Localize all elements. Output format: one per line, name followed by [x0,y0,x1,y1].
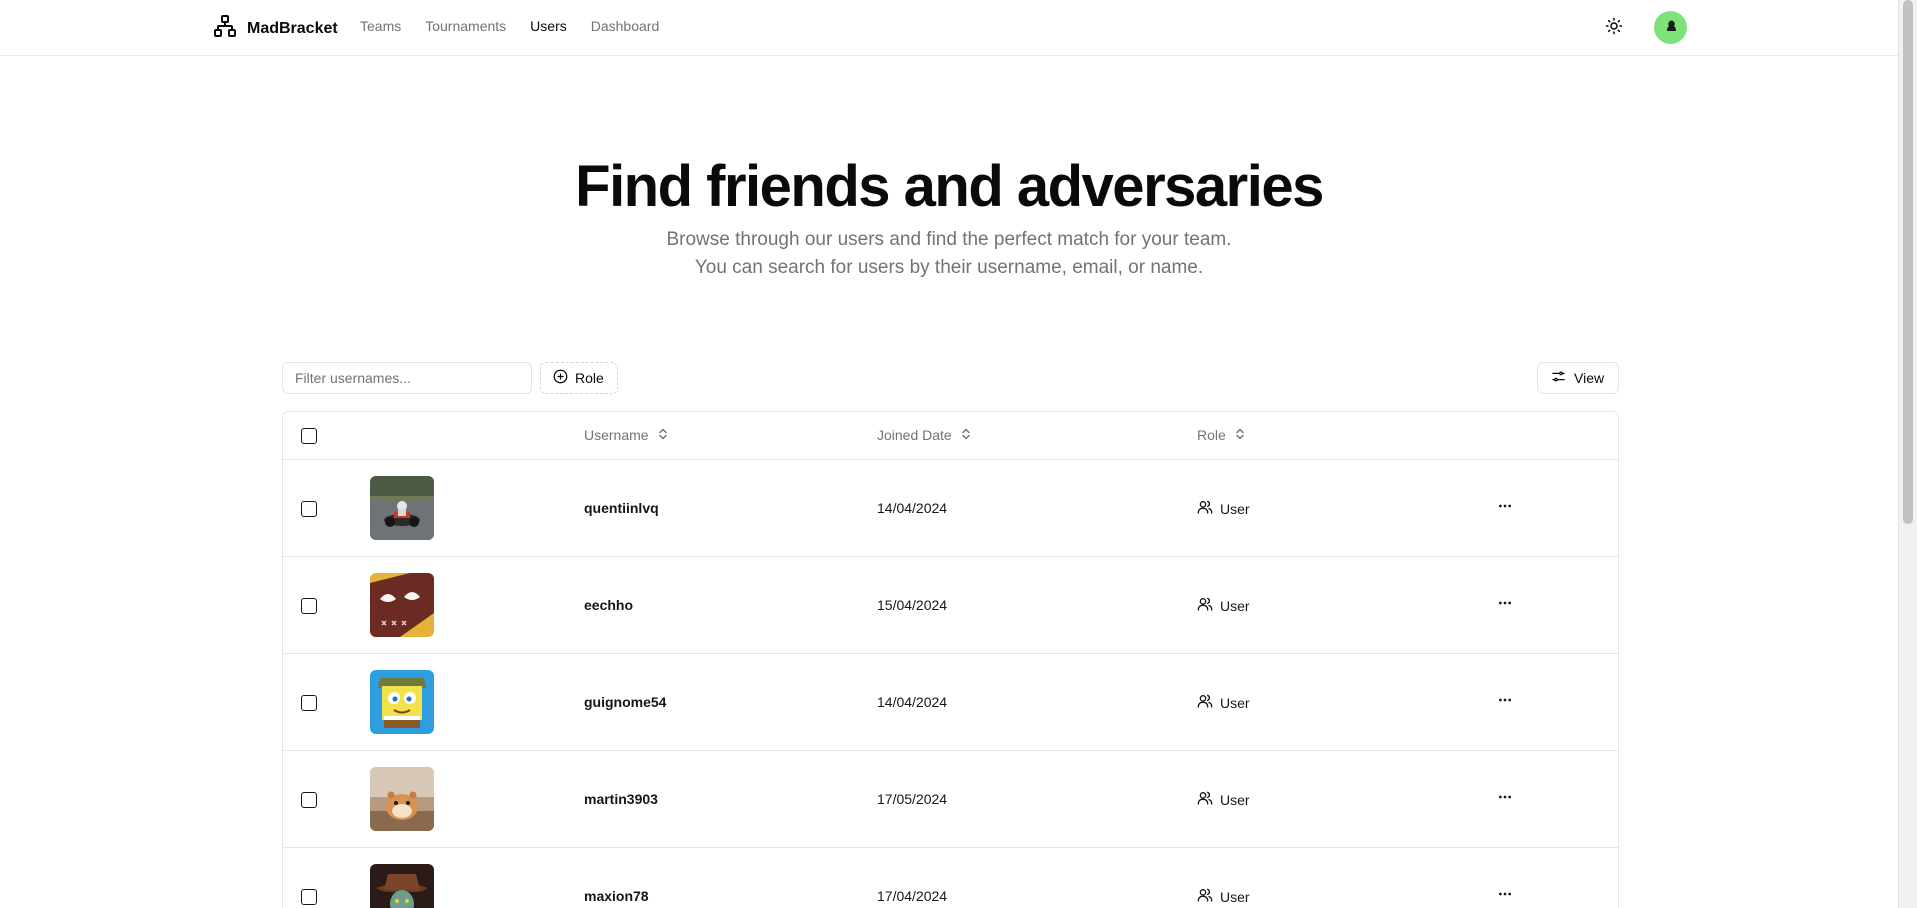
row-actions-button[interactable] [1493,690,1517,714]
row-username[interactable]: eechho [584,597,633,613]
column-header-role-label: Role [1197,427,1226,443]
row-actions-button[interactable] [1493,884,1517,908]
user-avatar-cowboy [370,864,434,908]
row-role-label: User [1220,888,1250,905]
row-select-checkbox[interactable] [301,889,317,905]
row-username[interactable]: martin3903 [584,791,658,807]
column-header-joined-date[interactable]: Joined Date [877,427,971,443]
user-avatar-button[interactable] [1654,11,1687,44]
row-username[interactable]: guignome54 [584,694,666,710]
row-joined-date: 17/05/2024 [877,791,948,807]
sun-icon [1605,17,1623,40]
select-all-checkbox[interactable] [301,428,317,444]
nav-item-tournaments[interactable]: Tournaments [425,18,506,34]
row-joined-date: 14/04/2024 [877,500,948,516]
table-row[interactable]: quentiinlvq 14/04/2024 User [283,460,1618,557]
nav-item-teams[interactable]: Teams [360,18,401,34]
column-header-joined-label: Joined Date [877,427,952,443]
brand-logo-link[interactable]: MadBracket [213,14,338,43]
users-icon [1197,596,1213,615]
column-header-role[interactable]: Role [1197,427,1245,443]
role-filter-button[interactable]: Role [540,362,618,394]
row-joined-date: 15/04/2024 [877,597,948,613]
column-header-username-label: Username [584,427,649,443]
sliders-icon [1551,369,1566,387]
row-select-checkbox[interactable] [301,695,317,711]
users-icon [1197,790,1213,809]
row-select-checkbox[interactable] [301,792,317,808]
row-role: User [1197,596,1250,615]
sort-chevrons-icon [961,427,971,443]
user-avatar-sponge-cartoon [370,670,434,734]
users-icon [1197,693,1213,712]
row-role: User [1197,693,1250,712]
avatar-silhouette-icon [1663,17,1679,38]
top-navbar: MadBracket Teams Tournaments Users Dashb… [0,0,1898,56]
role-filter-label: Role [575,370,604,386]
row-role-label: User [1220,500,1250,517]
row-actions-button[interactable] [1493,496,1517,520]
page-title: Find friends and adversaries [575,154,1324,219]
row-role-label: User [1220,791,1250,808]
table-row[interactable]: maxion78 17/04/2024 User [283,848,1618,908]
more-horizontal-icon [1497,789,1513,810]
nav-item-users[interactable]: Users [530,18,567,34]
users-table: Username Joined Date Role quentiinlvq 14… [282,411,1619,908]
nav-item-dashboard[interactable]: Dashboard [591,18,660,34]
sort-chevrons-icon [1235,427,1245,443]
row-select-checkbox[interactable] [301,501,317,517]
view-options-button[interactable]: View [1537,362,1619,394]
filter-usernames-input[interactable] [282,362,532,394]
row-joined-date: 17/04/2024 [877,888,948,904]
view-options-label: View [1574,370,1605,386]
row-role-label: User [1220,694,1250,711]
page-subtitle: Browse through our users and find the pe… [666,229,1232,278]
users-icon [1197,499,1213,518]
more-horizontal-icon [1497,595,1513,616]
row-select-checkbox[interactable] [301,598,317,614]
plus-circle-icon [553,369,568,387]
user-avatar-cartoon-creature [370,573,434,637]
table-row[interactable]: eechho 15/04/2024 User [283,557,1618,654]
table-row[interactable]: guignome54 14/04/2024 User [283,654,1618,751]
page-scrollbar-thumb[interactable] [1903,0,1913,524]
row-joined-date: 14/04/2024 [877,694,948,710]
row-actions-button[interactable] [1493,787,1517,811]
theme-toggle-button[interactable] [1602,16,1626,40]
sort-chevrons-icon [658,427,668,443]
users-icon [1197,887,1213,906]
more-horizontal-icon [1497,886,1513,907]
more-horizontal-icon [1497,692,1513,713]
table-row[interactable]: martin3903 17/05/2024 User [283,751,1618,848]
more-horizontal-icon [1497,498,1513,519]
row-username[interactable]: maxion78 [584,888,649,904]
column-header-username[interactable]: Username [584,427,668,443]
row-role: User [1197,887,1250,906]
row-username[interactable]: quentiinlvq [584,500,659,516]
network-icon [213,14,237,43]
brand-name: MadBracket [247,19,338,37]
main-nav: Teams Tournaments Users Dashboard [360,18,683,34]
user-avatar-go-kart [370,476,434,540]
row-actions-button[interactable] [1493,593,1517,617]
row-role-label: User [1220,597,1250,614]
table-header: Username Joined Date Role [283,412,1618,460]
row-role: User [1197,790,1250,809]
user-avatar-hamster [370,767,434,831]
row-role: User [1197,499,1250,518]
